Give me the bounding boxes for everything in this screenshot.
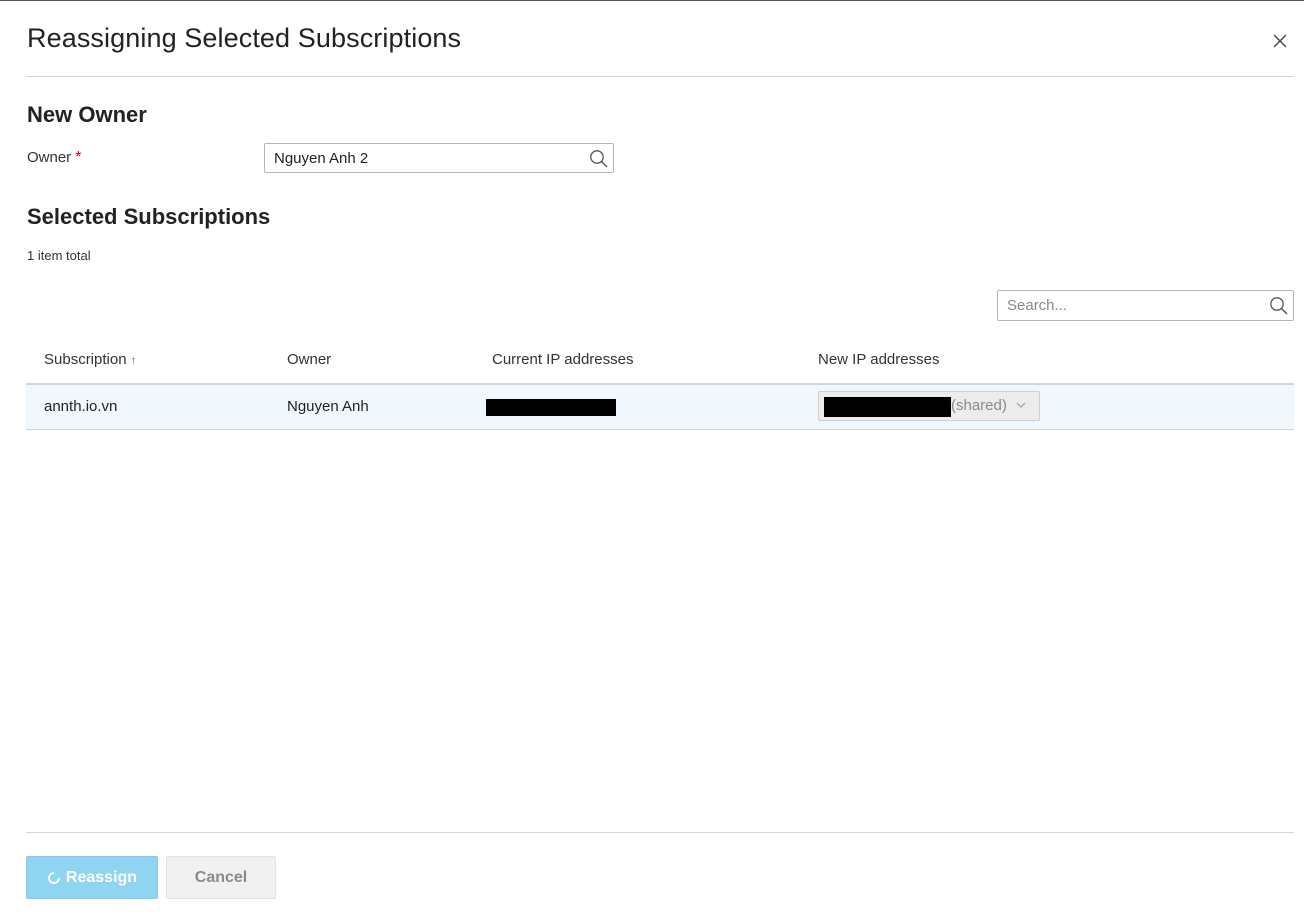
search-icon[interactable] [589,149,609,169]
cancel-button[interactable]: Cancel [166,856,276,899]
new-ip-select[interactable]: (shared) [818,391,1040,421]
redacted-new-ip [824,397,951,417]
required-mark: * [75,149,82,166]
column-header-subscription[interactable]: Subscription ↑ [44,351,137,368]
owner-label: Owner * [27,149,81,167]
owner-label-text: Owner [27,149,72,166]
column-header-owner[interactable]: Owner [287,351,331,368]
redacted-current-ip [486,399,616,416]
dialog-title: Reassigning Selected Subscriptions [27,23,462,53]
close-icon [1273,34,1287,48]
owner-cell: Nguyen Anh [287,398,369,415]
reassign-button-label: Reassign [65,868,138,886]
search-icon[interactable] [1269,296,1289,316]
title-divider [26,76,1294,77]
new-owner-heading: New Owner [27,102,147,127]
sort-up-icon: ↑ [130,353,137,367]
spinner-icon [48,871,60,884]
table-search[interactable] [997,290,1294,321]
column-header-current-ip[interactable]: Current IP addresses [492,351,633,368]
chevron-down-icon [1016,402,1026,408]
item-total: 1 item total [27,248,91,263]
owner-input[interactable] [265,144,593,172]
search-input[interactable] [998,291,1276,320]
subscription-cell[interactable]: annth.io.vn [44,398,117,415]
cancel-button-label: Cancel [194,868,248,886]
shared-suffix: (shared) [951,397,1007,414]
reassign-button[interactable]: Reassign [26,856,158,899]
footer-divider [26,832,1294,833]
column-header-subscription-label: Subscription [44,351,127,368]
close-button[interactable] [1268,29,1292,53]
table-row[interactable]: annth.io.vn Nguyen Anh (shared) [26,385,1294,430]
owner-field[interactable] [264,143,614,173]
column-header-new-ip[interactable]: New IP addresses [818,351,939,368]
selected-subscriptions-heading: Selected Subscriptions [27,204,271,229]
